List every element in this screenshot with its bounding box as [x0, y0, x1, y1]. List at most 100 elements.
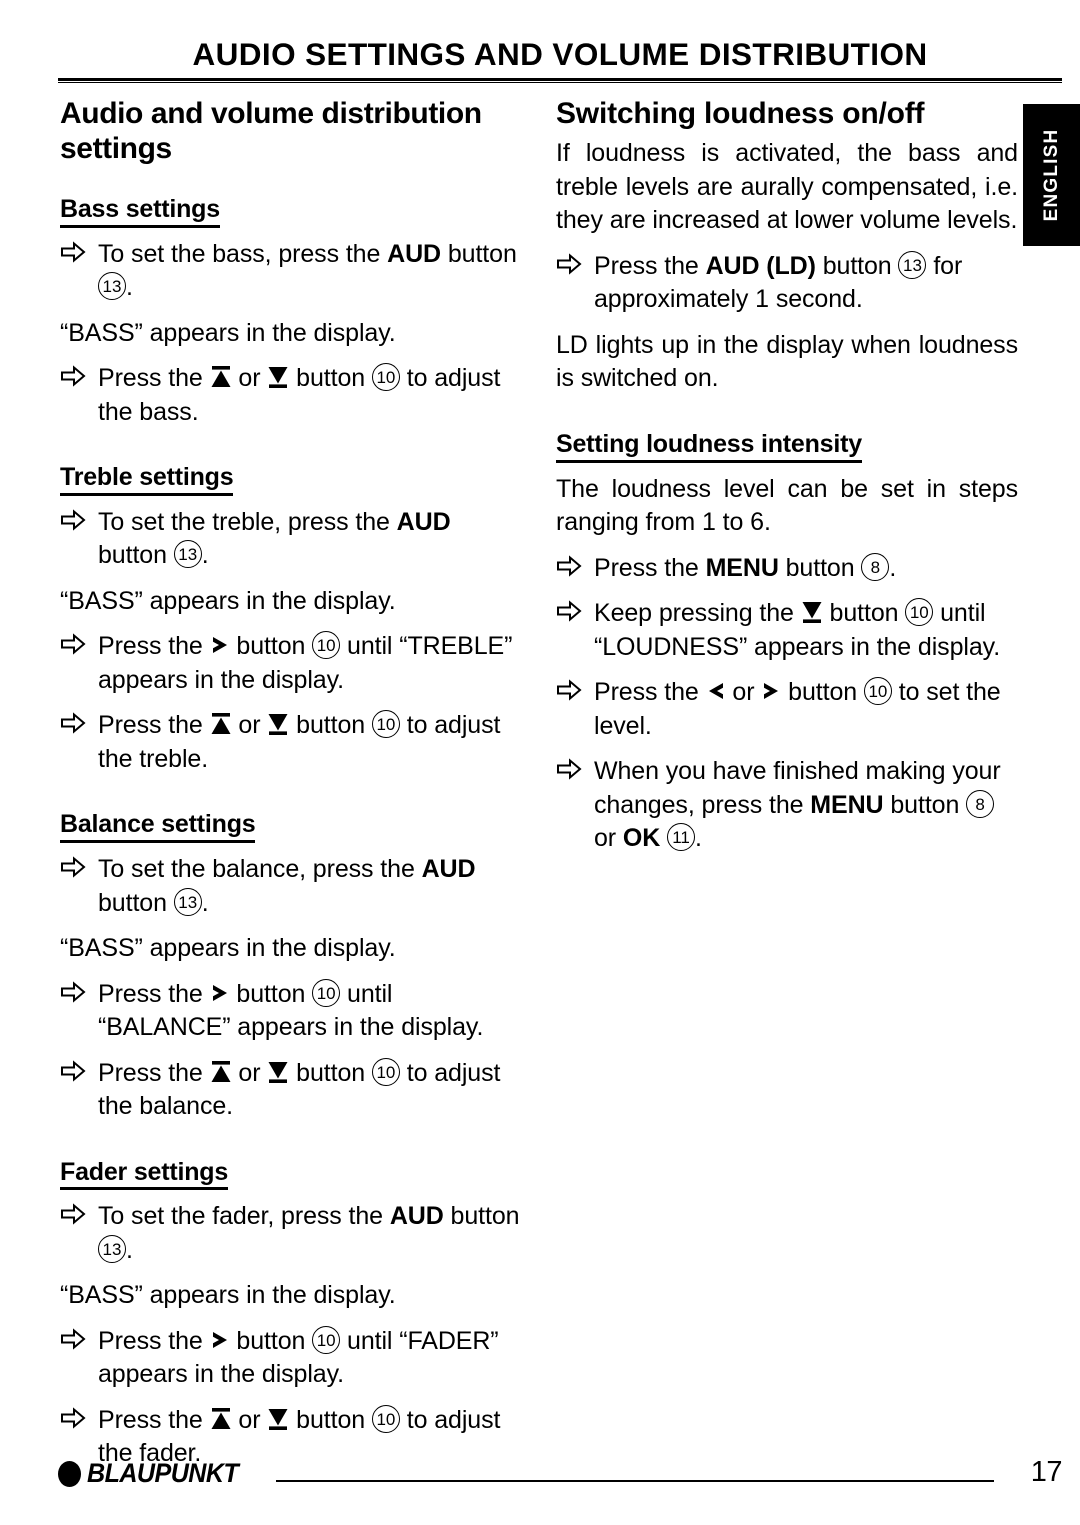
- header-rule: [58, 78, 1062, 83]
- instruction-step: Press the button 10 until “FADER” appear…: [60, 1325, 520, 1392]
- section-heading-wrapper: Bass settings: [60, 173, 520, 238]
- up-arrow-button-icon: [210, 365, 232, 389]
- control-reference-badge: 13: [173, 540, 202, 569]
- language-tab-label: ENGLISH: [1040, 128, 1062, 222]
- instruction-step: To set the treble, press the AUD button …: [60, 506, 520, 573]
- control-reference-badge: 13: [98, 272, 126, 301]
- instruction-step-text: To set the balance, press the AUD button…: [98, 855, 476, 917]
- blaupunkt-dot-icon: [58, 1460, 81, 1487]
- step-arrow-bullet-icon: [60, 632, 88, 658]
- left-column-title: Audio and volume distribution settings: [60, 97, 482, 166]
- step-arrow-bullet-icon: [60, 508, 88, 534]
- down-arrow-button-icon: [801, 600, 823, 624]
- step-arrow-bullet-icon: [556, 554, 584, 580]
- section-heading: Treble settings: [60, 463, 234, 496]
- body-paragraph: LD lights up in the display when loudnes…: [556, 330, 1018, 393]
- instruction-step: Press the or button 10 to adjust the tre…: [60, 709, 520, 776]
- control-reference-badge: 8: [861, 552, 890, 581]
- step-arrow-bullet-icon: [556, 599, 584, 625]
- body-paragraph: “BASS” appears in the display.: [60, 586, 396, 615]
- body-paragraph: If loudness is activated, the bass and t…: [556, 139, 1018, 235]
- instruction-step-text: Keep pressing the button 10 until “LOUDN…: [594, 598, 1001, 661]
- instruction-step-text: Press the button 10 until “BALANCE” appe…: [98, 978, 484, 1042]
- instruction-step: To set the bass, press the AUD button 13…: [60, 238, 520, 305]
- instruction-step-text: Press the or button 10 to adjust the bal…: [98, 1057, 501, 1121]
- right-chevron-button-icon: [210, 633, 230, 657]
- instruction-step-text: Press the button 10 until “TREBLE” appea…: [98, 631, 513, 694]
- control-reference-badge: 10: [371, 363, 400, 392]
- instruction-step-text: To set the fader, press the AUD button 1…: [98, 1202, 520, 1264]
- instruction-step: Keep pressing the button 10 until “LOUDN…: [556, 597, 1018, 664]
- right-column-title: Switching loudness on/off: [556, 97, 925, 130]
- instruction-step-text: Press the AUD (LD) button 13 for approxi…: [594, 250, 963, 314]
- right-column: Switching loudness on/off If loudness is…: [556, 96, 1018, 868]
- step-arrow-bullet-icon: [60, 240, 88, 266]
- emphasised-button-name: AUD (LD): [705, 251, 816, 280]
- control-reference-badge: 10: [312, 978, 341, 1007]
- control-reference-badge: 10: [312, 631, 341, 660]
- right-chevron-button-icon: [761, 679, 781, 703]
- control-reference-badge: 13: [98, 1234, 126, 1263]
- instruction-step-text: Press the or button 10 to adjust the tre…: [98, 710, 501, 773]
- instruction-step-text: Press the or button 10 to adjust the bas…: [98, 363, 501, 426]
- body-paragraph: “BASS” appears in the display.: [60, 934, 396, 963]
- emphasised-button-name: AUD: [396, 507, 451, 536]
- instruction-step-text: To set the treble, press the AUD button …: [98, 507, 451, 570]
- step-arrow-bullet-icon: [60, 855, 88, 881]
- step-arrow-bullet-icon: [60, 711, 88, 737]
- page-footer: BLAUPUNKT 17: [58, 1456, 1063, 1498]
- step-arrow-bullet-icon: [60, 1406, 88, 1432]
- instruction-step: Press the or button 10 to adjust the bas…: [60, 362, 520, 429]
- instruction-step: To set the balance, press the AUD button…: [60, 853, 520, 920]
- language-tab-english: ENGLISH: [1023, 104, 1080, 246]
- page-number: 17: [1030, 1456, 1063, 1488]
- instruction-step: Press the button 10 until “BALANCE” appe…: [60, 978, 520, 1045]
- instruction-step: To set the fader, press the AUD button 1…: [60, 1200, 520, 1267]
- section-heading-wrapper: Fader settings: [60, 1136, 520, 1201]
- emphasised-button-name: MENU: [705, 553, 779, 582]
- control-reference-badge: 13: [898, 250, 927, 279]
- emphasised-button-name: MENU: [810, 790, 884, 819]
- body-paragraph: “BASS” appears in the display.: [60, 1281, 396, 1310]
- step-arrow-bullet-icon: [60, 1059, 88, 1085]
- instruction-step-text: Press the or button 10 to set the level.: [594, 677, 1001, 740]
- right-chevron-button-icon: [210, 1328, 230, 1352]
- instruction-step-text: Press the MENU button 8.: [594, 552, 897, 582]
- section-heading-wrapper: Setting loudness intensity: [556, 408, 1018, 473]
- step-arrow-bullet-icon: [60, 1202, 88, 1228]
- section-heading: Balance settings: [60, 810, 256, 844]
- section-heading-wrapper: Balance settings: [60, 788, 520, 853]
- instruction-step-text: When you have finished making your chang…: [594, 757, 1001, 853]
- page-running-head: AUDIO SETTINGS AND VOLUME DISTRIBUTION: [192, 36, 928, 72]
- instruction-step: Press the MENU button 8.: [556, 552, 1018, 586]
- down-arrow-button-icon: [267, 712, 289, 736]
- step-arrow-bullet-icon: [60, 1327, 88, 1353]
- control-reference-badge: 10: [371, 1404, 400, 1433]
- section-heading: Bass settings: [60, 195, 220, 228]
- emphasised-button-name: AUD: [387, 239, 441, 268]
- section-heading: Fader settings: [60, 1158, 228, 1191]
- step-arrow-bullet-icon: [556, 678, 584, 704]
- instruction-step-text: Press the button 10 until “FADER” appear…: [98, 1325, 499, 1389]
- blaupunkt-wordmark: BLAUPUNKT: [87, 1458, 239, 1488]
- left-chevron-button-icon: [706, 679, 726, 703]
- emphasised-button-name: AUD: [421, 855, 476, 884]
- up-arrow-button-icon: [210, 712, 232, 736]
- control-reference-badge: 13: [173, 887, 202, 916]
- body-paragraph: The loudness level can be set in steps r…: [556, 474, 1018, 537]
- step-arrow-bullet-icon: [60, 980, 88, 1006]
- body-paragraph: “BASS” appears in the display.: [60, 318, 396, 347]
- up-arrow-button-icon: [210, 1060, 232, 1084]
- instruction-step: Press the AUD (LD) button 13 for approxi…: [556, 250, 1018, 317]
- section-heading: Setting loudness intensity: [556, 430, 862, 463]
- control-reference-badge: 8: [966, 789, 995, 818]
- manual-page: AUDIO SETTINGS AND VOLUME DISTRIBUTION E…: [0, 0, 1080, 1525]
- section-heading-wrapper: Treble settings: [60, 441, 520, 506]
- instruction-step: Press the button 10 until “TREBLE” appea…: [60, 630, 520, 697]
- step-arrow-bullet-icon: [556, 252, 584, 278]
- control-reference-badge: 10: [905, 598, 934, 627]
- instruction-step-text: To set the bass, press the AUD button 13…: [98, 239, 517, 302]
- control-reference-badge: 10: [863, 677, 892, 706]
- up-arrow-button-icon: [210, 1407, 232, 1431]
- control-reference-badge: 10: [371, 710, 400, 739]
